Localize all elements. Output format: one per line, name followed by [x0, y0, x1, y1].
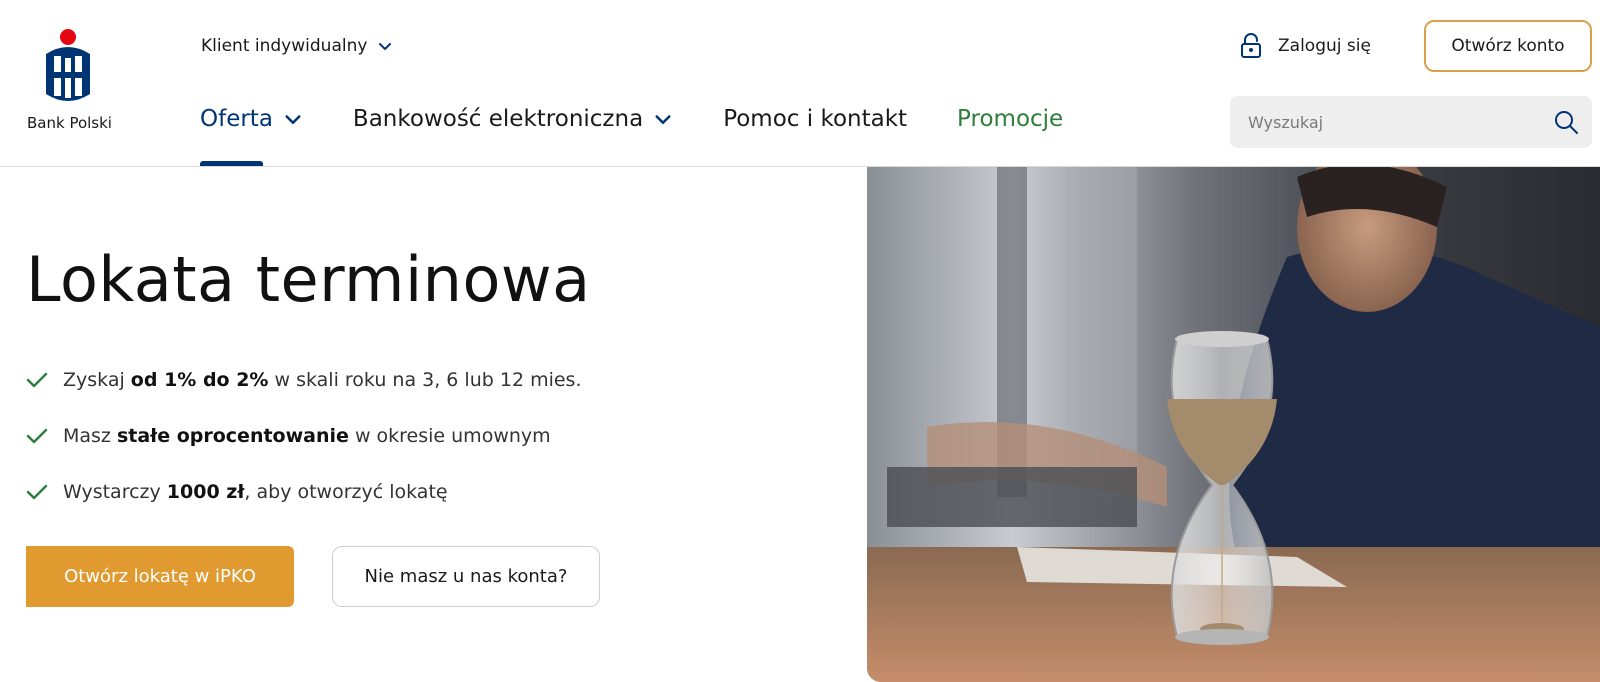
nav-item-bankowosc-elektroniczna[interactable]: Bankowość elektroniczna: [353, 106, 673, 132]
feature-text-post: , aby otworzyć lokatę: [244, 481, 448, 503]
hourglass-photo: [867, 167, 1600, 682]
search-button[interactable]: [1540, 96, 1592, 148]
feature-text-pre: Zyskaj: [63, 369, 131, 391]
feature-text-bold: 1000 zł: [166, 481, 245, 503]
logo-text: Bank Polski: [27, 114, 112, 132]
main-nav: Oferta Bankowość elektroniczna Pomoc i k…: [200, 106, 1113, 166]
feature-text-bold: stałe oprocentowanie: [116, 425, 349, 447]
feature-text: Masz stałe oprocentowanie w okresie umow…: [63, 425, 551, 447]
feature-text-post: w skali roku na 3, 6 lub 12 mies.: [268, 369, 582, 391]
feature-text-post: w okresie umownym: [348, 425, 551, 447]
nav-item-label: Bankowość elektroniczna: [352, 106, 644, 132]
site-header: Bank Polski Klient indywidualny Oferta B…: [0, 0, 1600, 167]
page-title: Lokata terminowa: [26, 243, 591, 316]
check-icon: [26, 372, 48, 388]
feature-text: Wystarczy 1000 zł, aby otworzyć lokatę: [63, 481, 448, 503]
nav-item-promocje[interactable]: Promocje: [957, 106, 1063, 132]
active-indicator: [200, 161, 263, 166]
pko-logo-icon: [46, 29, 90, 101]
search-input[interactable]: [1230, 96, 1540, 148]
list-item: Masz stałe oprocentowanie w okresie umow…: [26, 408, 582, 464]
chevron-down-icon: [655, 115, 671, 124]
segment-selector[interactable]: Klient indywidualny: [201, 36, 393, 56]
pko-logo[interactable]: Bank Polski: [22, 28, 118, 138]
check-icon: [26, 484, 48, 500]
feature-text-bold: od 1% do 2%: [130, 369, 269, 391]
feature-text: Zyskaj od 1% do 2% w skali roku na 3, 6 …: [63, 369, 582, 391]
list-item: Zyskaj od 1% do 2% w skali roku na 3, 6 …: [26, 352, 582, 408]
login-link[interactable]: Zaloguj się: [1240, 33, 1371, 59]
segment-label: Klient indywidualny: [201, 36, 368, 56]
open-deposit-button[interactable]: Otwórz lokatę w iPKO: [26, 546, 294, 607]
login-label: Zaloguj się: [1278, 36, 1371, 56]
no-account-button[interactable]: Nie masz u nas konta?: [332, 546, 600, 607]
list-item: Wystarczy 1000 zł, aby otworzyć lokatę: [26, 464, 582, 520]
nav-item-pomoc-i-kontakt[interactable]: Pomoc i kontakt: [723, 106, 907, 132]
feature-text-pre: Wystarczy: [63, 481, 167, 503]
nav-item-oferta[interactable]: Oferta: [200, 106, 303, 166]
chevron-down-icon: [285, 115, 301, 124]
nav-item-label: Pomoc i kontakt: [723, 106, 908, 132]
chevron-down-icon: [379, 43, 392, 50]
feature-text-pre: Masz: [63, 425, 117, 447]
search-icon: [1555, 111, 1578, 134]
open-account-button[interactable]: Otwórz konto: [1424, 20, 1592, 72]
check-icon: [26, 428, 48, 444]
feature-list: Zyskaj od 1% do 2% w skali roku na 3, 6 …: [26, 352, 582, 520]
search-box: [1230, 96, 1592, 148]
lock-icon: [1241, 33, 1261, 58]
nav-item-label: Oferta: [200, 106, 273, 132]
hero-image: [867, 167, 1600, 682]
nav-item-label: Promocje: [957, 106, 1064, 132]
